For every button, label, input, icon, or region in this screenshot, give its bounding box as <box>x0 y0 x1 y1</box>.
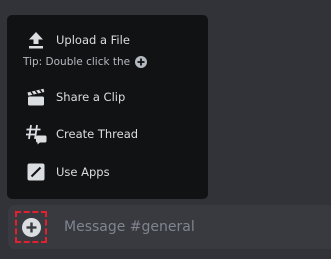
menu-item-upload-file[interactable]: Upload a File <box>25 29 130 51</box>
message-input[interactable] <box>64 217 314 237</box>
plus-circle-icon <box>135 56 148 68</box>
add-attachment-button[interactable] <box>15 211 47 243</box>
plus-circle-icon <box>21 217 41 237</box>
menu-item-use-apps[interactable]: Use Apps <box>25 161 110 183</box>
clapperboard-icon <box>25 86 47 108</box>
menu-item-share-clip[interactable]: Share a Clip <box>25 86 125 108</box>
menu-item-label: Upload a File <box>56 33 130 47</box>
double-click-tip: Tip: Double click the <box>23 56 148 68</box>
menu-item-label: Create Thread <box>56 127 139 141</box>
tip-text: Tip: Double click the <box>23 56 131 68</box>
menu-item-label: Share a Clip <box>56 90 126 104</box>
menu-item-label: Use Apps <box>56 165 110 179</box>
thread-icon <box>25 123 47 145</box>
upload-icon <box>25 29 47 51</box>
apps-icon <box>25 161 47 183</box>
attachment-menu: Upload a File Tip: Double click the Shar… <box>7 15 208 199</box>
menu-item-create-thread[interactable]: Create Thread <box>25 123 138 145</box>
message-composer <box>8 205 331 249</box>
